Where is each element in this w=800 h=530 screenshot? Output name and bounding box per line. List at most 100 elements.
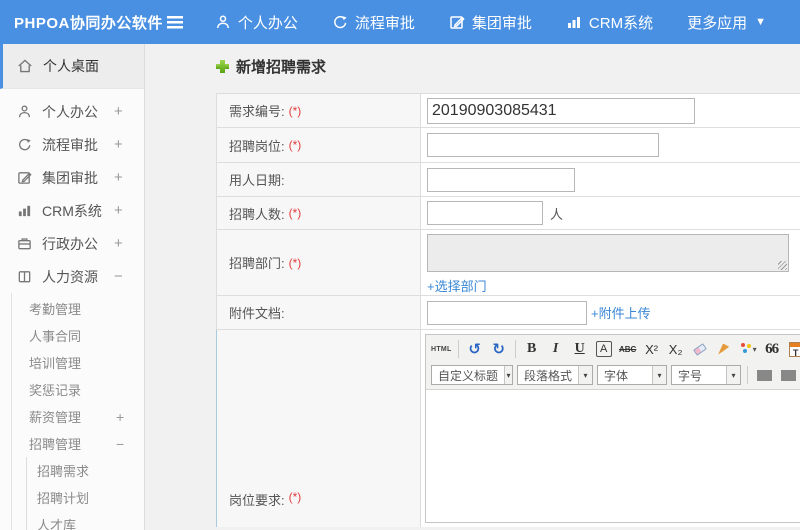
recruit-demand-form: 需求编号: (*) 招聘岗位: (*) 用人日期: <box>216 93 800 527</box>
position-input[interactable] <box>427 133 659 157</box>
sidebar-item-crm-system[interactable]: CRM系统 + <box>0 194 144 227</box>
form-row-department: 招聘部门: (*) +选择部门 <box>216 230 800 296</box>
subscript-button[interactable]: X₂ <box>665 338 687 360</box>
undo-icon[interactable]: ↺ <box>464 338 486 360</box>
paste-button[interactable]: T <box>785 338 800 360</box>
sub-item-label: 招聘需求 <box>37 464 90 479</box>
field-label: 招聘人数: <box>229 206 285 222</box>
sidebar-item-rewards[interactable]: 奖惩记录 <box>12 376 144 403</box>
font-style-button[interactable]: A <box>595 341 612 357</box>
sidebar-item-human-resources[interactable]: 人力资源 − <box>0 260 144 293</box>
menu-toggle-icon[interactable] <box>166 15 183 29</box>
edit-icon <box>450 16 465 29</box>
bold-button[interactable]: B <box>521 338 543 360</box>
sidebar-item-recruit-plan[interactable]: 招聘计划 <box>27 484 144 511</box>
italic-button[interactable]: I <box>545 338 567 360</box>
redo-icon[interactable]: ↻ <box>488 338 510 360</box>
field-value-cell <box>421 94 800 127</box>
collapse-minus-icon[interactable]: − <box>114 268 144 285</box>
sidebar-item-hr-contract[interactable]: 人事合同 <box>12 322 144 349</box>
expand-plus-icon[interactable]: + <box>114 169 144 186</box>
sidebar-item-workflow-approval[interactable]: 流程审批 + <box>0 128 144 161</box>
expand-plus-icon[interactable]: + <box>114 202 144 219</box>
sidebar-item-label: 集团审批 <box>42 169 98 186</box>
department-textarea[interactable] <box>427 234 789 272</box>
form-row-headcount: 招聘人数: (*) 人 <box>216 197 800 230</box>
collapse-minus-icon[interactable]: − <box>116 436 144 452</box>
blockquote-button[interactable]: 66 <box>761 338 783 360</box>
edit-icon <box>18 172 32 184</box>
field-value-cell: 人 <box>421 197 800 229</box>
eraser-icon <box>692 342 707 356</box>
sidebar-item-recruit-demand[interactable]: 招聘需求 <box>27 457 144 484</box>
demand-no-input[interactable] <box>427 97 695 124</box>
topnav-group-approval[interactable]: 集团审批 <box>449 12 532 33</box>
briefcase-icon <box>18 238 31 250</box>
sidebar-item-group-approval[interactable]: 集团审批 + <box>0 161 144 194</box>
select-department-link[interactable]: +选择部门 <box>427 276 487 295</box>
headcount-input[interactable] <box>427 201 543 225</box>
font-family-select[interactable]: 字体 ▾ <box>597 365 667 385</box>
required-mark: (*) <box>288 206 302 220</box>
align-left-button[interactable] <box>753 364 775 386</box>
flow-icon <box>19 138 31 151</box>
superscript-button[interactable]: X² <box>641 338 663 360</box>
palette-icon <box>740 343 745 347</box>
expand-plus-icon[interactable]: + <box>114 235 144 252</box>
sidebar-item-talent-pool[interactable]: 人才库 <box>27 511 144 530</box>
sub-item-label: 奖惩记录 <box>29 383 82 398</box>
sidebar-item-label: CRM系统 <box>42 202 102 219</box>
form-row-demand-no: 需求编号: (*) <box>216 94 800 128</box>
toolbar-separator <box>514 340 516 358</box>
strikethrough-button[interactable]: ABC <box>617 338 639 360</box>
flow-icon <box>334 15 347 29</box>
sidebar-item-personal-office[interactable]: 个人办公 + <box>0 95 144 128</box>
attachment-input[interactable] <box>427 300 587 325</box>
field-value-cell <box>421 163 800 196</box>
field-value-cell <box>421 128 800 162</box>
chart-icon <box>567 17 580 28</box>
topnav-crm-system[interactable]: CRM系统 <box>566 12 653 33</box>
paragraph-format-select[interactable]: 段落格式 ▾ <box>517 365 593 385</box>
topnav-personal-office[interactable]: 个人办公 <box>215 12 298 33</box>
editor-toolbar-row1: HTML ↺ ↻ B I U A ABC X² X₂ ▾ 66 T <box>429 336 800 362</box>
eraser-button[interactable] <box>689 338 711 360</box>
sidebar-item-training[interactable]: 培训管理 <box>12 349 144 376</box>
sidebar-item-salary[interactable]: 薪资管理 + <box>12 403 144 430</box>
hire-date-input[interactable] <box>427 167 575 192</box>
caret-down-icon: ▾ <box>652 366 666 384</box>
topnav-workflow-approval[interactable]: 流程审批 <box>332 12 415 33</box>
page-title: 新增招聘需求 <box>216 54 800 78</box>
html-source-button[interactable]: HTML <box>430 338 453 360</box>
field-label-cell: 岗位要求: (*) <box>217 330 421 527</box>
top-navbar: PHPOA协同办公软件 个人办公 流程审批 集团审批 CRM系统 更多应用 ▼ <box>0 0 800 44</box>
sub-item-label: 培训管理 <box>29 356 82 371</box>
editor-content-area[interactable] <box>426 390 800 522</box>
book-icon <box>18 271 31 283</box>
clipboard-icon: T <box>789 341 800 358</box>
attachment-upload-link[interactable]: +附件上传 <box>591 303 651 322</box>
font-size-select[interactable]: 字号 ▾ <box>671 365 741 385</box>
editor-toolbar: HTML ↺ ↻ B I U A ABC X² X₂ ▾ 66 T 自定义标题 … <box>426 335 800 390</box>
format-brush-button[interactable] <box>713 338 735 360</box>
align-center-button[interactable] <box>777 364 799 386</box>
caret-down-icon: ▾ <box>726 366 740 384</box>
sidebar-item-label: 行政办公 <box>42 235 98 252</box>
sidebar-item-recruitment[interactable]: 招聘管理 − <box>12 430 144 457</box>
topnav-more-apps[interactable]: 更多应用 ▼ <box>687 12 766 33</box>
expand-plus-icon[interactable]: + <box>114 103 144 120</box>
color-palette-button[interactable]: ▾ <box>737 338 759 360</box>
caret-down-icon: ▼ <box>755 16 766 28</box>
sub-item-label: 考勤管理 <box>29 302 82 317</box>
sidebar-item-attendance[interactable]: 考勤管理 <box>12 295 144 322</box>
expand-plus-icon[interactable]: + <box>114 136 144 153</box>
sidebar-item-admin-office[interactable]: 行政办公 + <box>0 227 144 260</box>
app-brand: PHPOA协同办公软件 <box>14 14 163 32</box>
chart-icon <box>18 205 31 217</box>
expand-plus-icon[interactable]: + <box>116 409 144 425</box>
custom-title-select[interactable]: 自定义标题 ▾ <box>431 365 513 385</box>
sub-item-label: 招聘管理 <box>29 437 82 452</box>
editor-toolbar-row2: 自定义标题 ▾ 段落格式 ▾ 字体 ▾ 字号 ▾ <box>429 362 800 388</box>
sidebar-item-desktop[interactable]: 个人桌面 <box>0 44 144 89</box>
underline-button[interactable]: U <box>569 338 591 360</box>
